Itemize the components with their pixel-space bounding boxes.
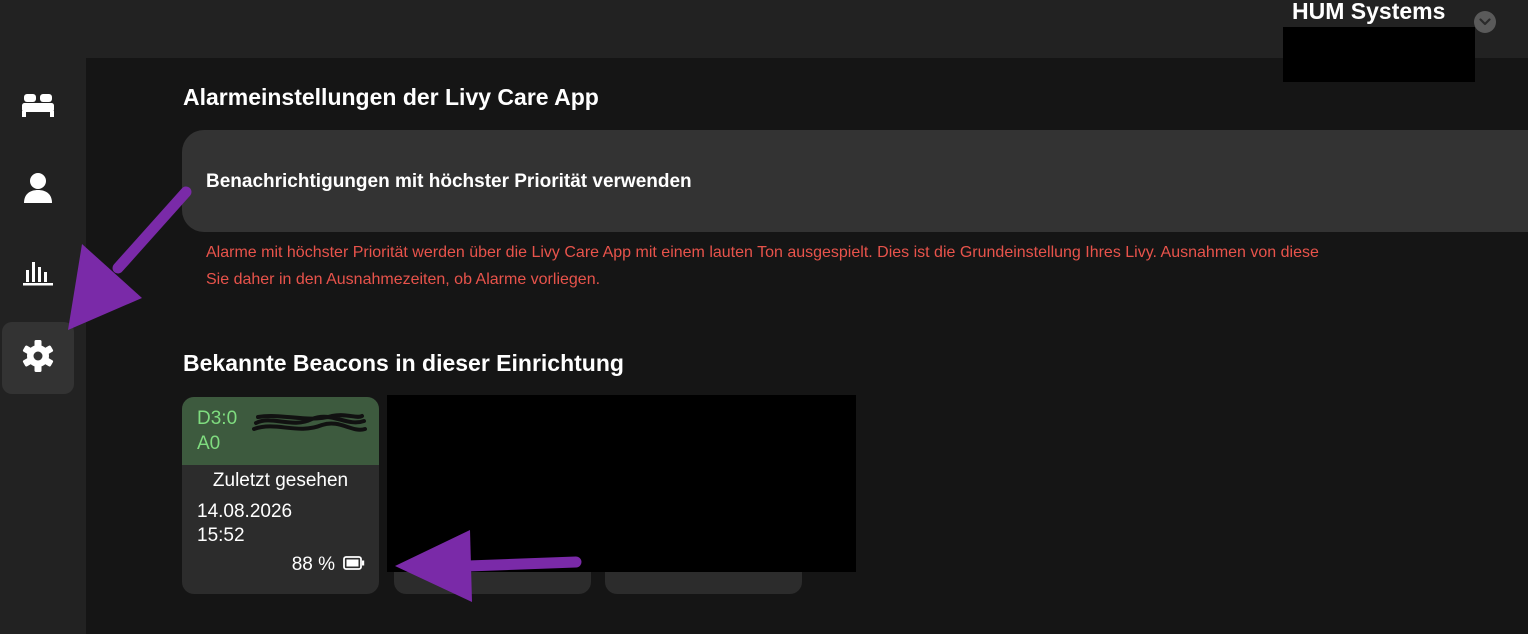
beacon-card-header: D3:0 A0 [182,397,379,465]
beacon-card[interactable]: D3:0 A0 Zuletzt gesehen 14.08.2026 15:52… [182,397,379,594]
last-seen-time: 15:52 [197,525,245,546]
sidebar-item-settings[interactable] [2,322,74,394]
scribble-redaction [252,413,367,432]
last-seen-datetime: 14.08.2026 15:52 [197,500,292,548]
battery-icon [343,554,365,576]
gear-icon [21,339,55,378]
battery-status: 88 % [292,554,365,576]
organization-name[interactable]: HUM Systems [1292,0,1445,25]
person-icon [23,172,53,209]
setting-label: Benachrichtigungen mit höchster Prioritä… [206,171,692,192]
setting-description-line: Sie daher in den Ausnahmezeiten, ob Alar… [206,271,601,288]
sidebar-item-residents[interactable] [2,154,74,226]
redacted-block [1283,27,1475,82]
bed-icon [21,90,55,123]
beacon-id-line: D3:0 [197,408,238,429]
alarm-settings-title: Alarmeinstellungen der Livy Care App [183,84,599,110]
chevron-down-icon[interactable] [1474,11,1496,33]
priority-notification-setting[interactable]: Benachrichtigungen mit höchster Prioritä… [182,130,1528,232]
beacon-id-line: A0 [197,433,221,454]
last-seen-label: Zuletzt gesehen [212,470,349,491]
sidebar-item-statistics[interactable] [2,238,74,310]
last-seen-date: 14.08.2026 [197,501,293,522]
setting-description-line: Alarme mit höchster Priorität werden übe… [206,244,1319,261]
sidebar-item-beds[interactable] [2,70,74,142]
beacons-title: Bekannte Beacons in dieser Einrichtung [183,350,624,376]
battery-level: 88 % [291,554,335,575]
setting-description: Alarme mit höchster Priorität werden übe… [206,239,1528,293]
beacon-id: D3:0 A0 [197,406,237,456]
bar-chart-icon [22,258,54,291]
redacted-block [387,395,856,572]
